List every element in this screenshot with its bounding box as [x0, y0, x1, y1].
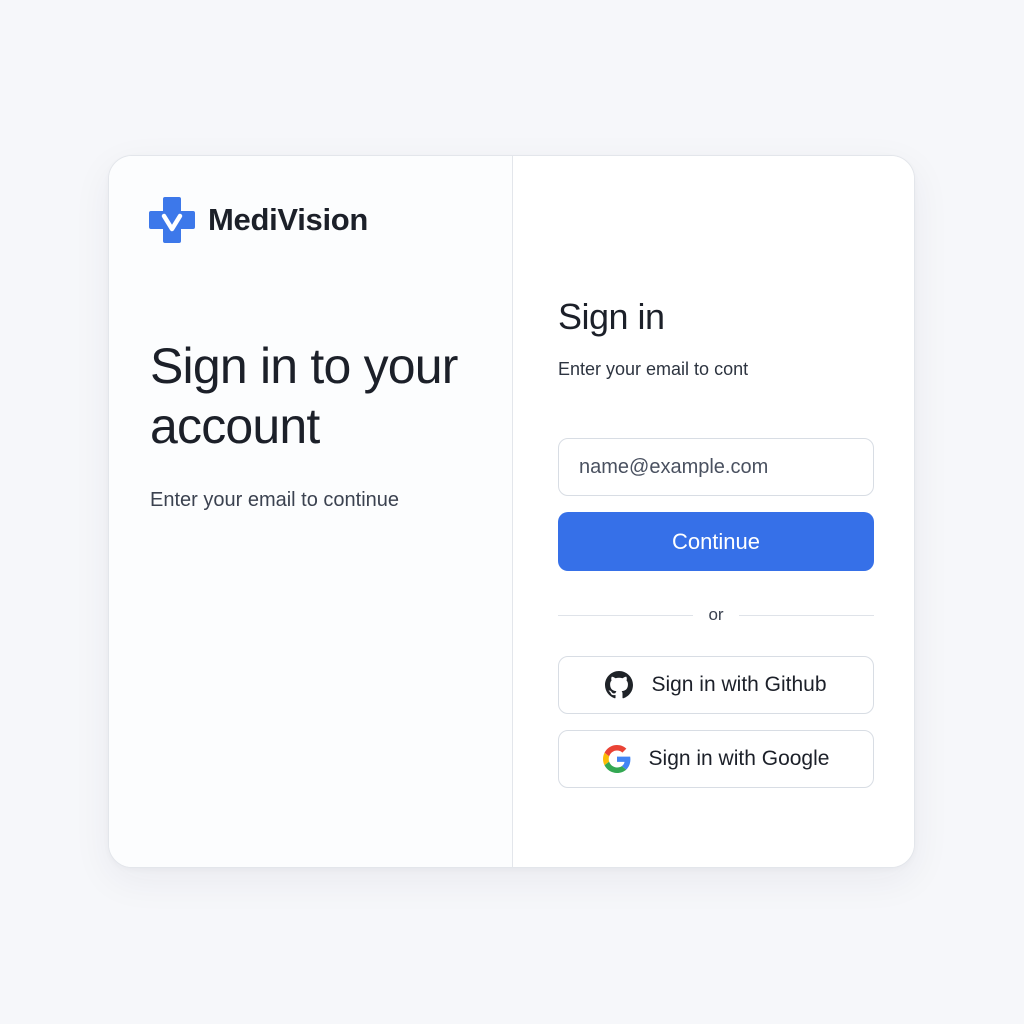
continue-button[interactable]: Continue — [558, 512, 874, 571]
divider-label: or — [708, 605, 724, 624]
google-button-label: Sign in with Google — [648, 747, 830, 770]
page-subtitle: Enter your email to continue — [150, 489, 400, 511]
google-icon — [602, 745, 630, 773]
medical-cross-check-icon — [149, 197, 195, 243]
page: MediVision Sign in to your account Enter… — [0, 0, 1024, 1024]
sign-in-with-google-button[interactable]: Sign in with Google — [558, 730, 874, 788]
email-field[interactable] — [558, 438, 874, 496]
page-title: Sign in to your account — [150, 338, 458, 454]
divider-line-right — [739, 614, 874, 616]
brand: MediVision — [148, 196, 368, 244]
sign-in-card: MediVision Sign in to your account Enter… — [108, 155, 915, 868]
or-divider: or — [558, 604, 874, 626]
divider-line-left — [558, 614, 693, 616]
welcome-panel: MediVision Sign in to your account Enter… — [109, 156, 513, 867]
sign-in-form-panel: Sign in Enter your email to cont Continu… — [513, 156, 914, 867]
github-button-label: Sign in with Github — [651, 673, 827, 696]
sign-in-title: Sign in — [558, 296, 665, 337]
brand-name: MediVision — [208, 202, 369, 237]
sign-in-subtitle: Enter your email to cont — [558, 359, 749, 379]
github-icon — [605, 671, 634, 699]
sign-in-with-github-button[interactable]: Sign in with Github — [558, 656, 874, 714]
